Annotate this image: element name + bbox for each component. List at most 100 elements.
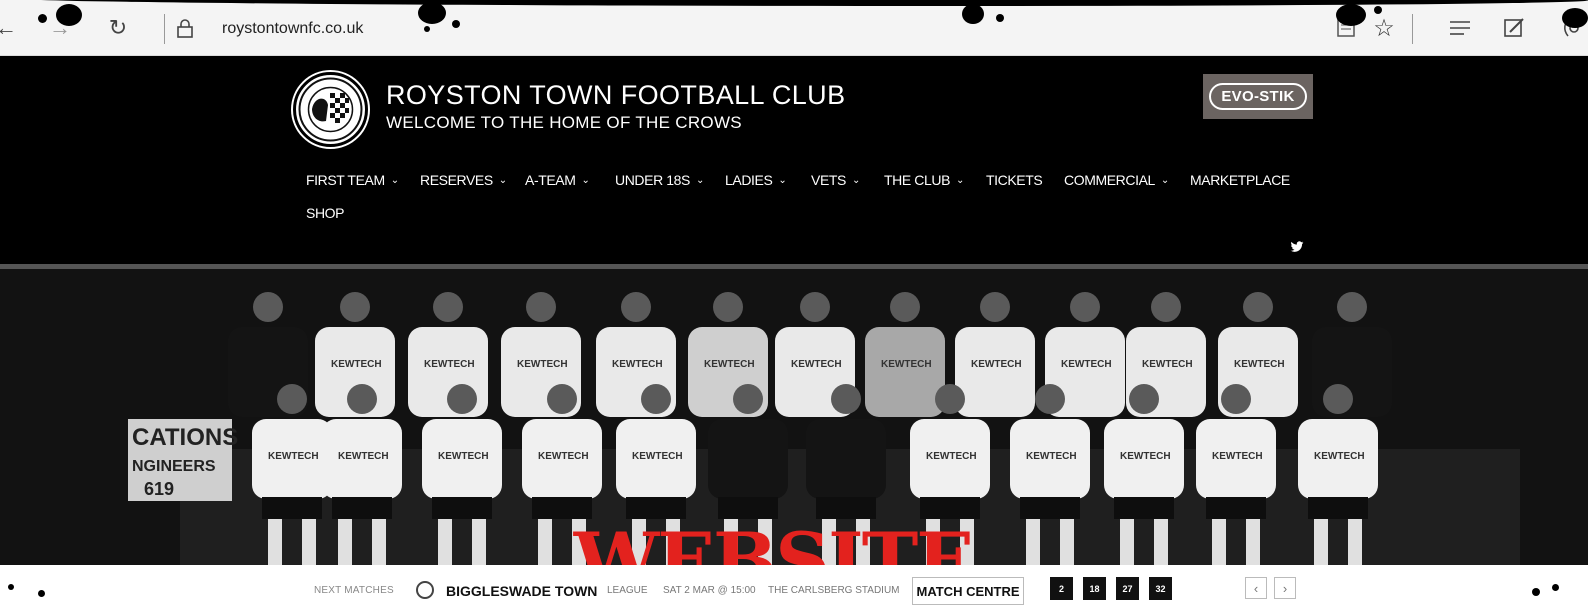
player-sock bbox=[1120, 519, 1134, 565]
shirt-sponsor-text: KEWTECH bbox=[971, 359, 1022, 370]
player-head bbox=[547, 384, 577, 414]
chevron-down-icon: ⌄ bbox=[956, 174, 965, 186]
shirt-sponsor-text: KEWTECH bbox=[338, 451, 389, 462]
match-date: SAT 2 MAR @ 15:00 bbox=[663, 585, 756, 596]
shirt-sponsor-text: KEWTECH bbox=[791, 359, 842, 370]
shirt-sponsor-text: KEWTECH bbox=[438, 451, 489, 462]
club-crest-logo[interactable] bbox=[293, 72, 368, 147]
nav-item-reserves[interactable]: RESERVES ⌄ bbox=[420, 172, 507, 188]
player-sock bbox=[472, 519, 486, 565]
stadium-sign-text: CATIONS bbox=[132, 424, 238, 451]
toolbar-divider bbox=[164, 14, 165, 44]
player-head bbox=[347, 384, 377, 414]
shirt-sponsor-text: KEWTECH bbox=[1234, 359, 1285, 370]
web-note-icon[interactable] bbox=[1500, 14, 1528, 42]
shirt-sponsor-text: KEWTECH bbox=[1120, 451, 1171, 462]
shirt-sponsor-text: KEWTECH bbox=[612, 359, 663, 370]
player-sock bbox=[372, 519, 386, 565]
player-sock bbox=[1212, 519, 1226, 565]
stadium-sign-text: NGINEERS bbox=[132, 458, 216, 475]
back-arrow-icon[interactable]: ← bbox=[0, 14, 20, 42]
player-head bbox=[1221, 384, 1251, 414]
shirt-sponsor-text: KEWTECH bbox=[424, 359, 475, 370]
nav-item-shop[interactable]: SHOP bbox=[306, 205, 344, 221]
player-shorts bbox=[1114, 497, 1174, 519]
next-match-button[interactable]: › bbox=[1274, 577, 1296, 599]
player-head bbox=[641, 384, 671, 414]
next-matches-bar: NEXT MATCHES BIGGLESWADE TOWN LEAGUE SAT… bbox=[0, 565, 1588, 605]
nav-item-commercial[interactable]: COMMERCIAL ⌄ bbox=[1064, 172, 1169, 188]
lock-icon[interactable] bbox=[176, 18, 194, 43]
player-sock bbox=[1348, 519, 1362, 565]
player-sock bbox=[438, 519, 452, 565]
match-page-button[interactable]: 27 bbox=[1116, 577, 1139, 600]
chevron-down-icon: ⌄ bbox=[390, 174, 399, 186]
nav-item-vets[interactable]: VETS ⌄ bbox=[811, 172, 860, 188]
club-name[interactable]: ROYSTON TOWN FOOTBALL CLUB bbox=[386, 80, 846, 111]
nav-item-tickets[interactable]: TICKETS bbox=[986, 172, 1043, 188]
nav-item-first-team[interactable]: FIRST TEAM ⌄ bbox=[306, 172, 399, 188]
ink-dot-decoration bbox=[38, 590, 45, 597]
refresh-icon[interactable]: ↻ bbox=[104, 14, 132, 42]
chevron-down-icon: ⌄ bbox=[778, 174, 787, 186]
nav-item-label: VETS bbox=[811, 172, 846, 188]
player-head bbox=[1323, 384, 1353, 414]
ink-dot-decoration bbox=[8, 584, 14, 590]
twitter-icon[interactable] bbox=[1290, 240, 1304, 256]
nav-item-under-18s[interactable]: UNDER 18S ⌄ bbox=[615, 172, 704, 188]
player-head bbox=[340, 292, 370, 322]
match-centre-button[interactable]: MATCH CENTRE bbox=[912, 577, 1024, 605]
player-shorts bbox=[1206, 497, 1266, 519]
nav-item-ladies[interactable]: LADIES ⌄ bbox=[725, 172, 787, 188]
favorite-star-icon[interactable]: ☆ bbox=[1370, 14, 1398, 42]
match-page-button[interactable]: 2 bbox=[1050, 577, 1073, 600]
player-head bbox=[253, 292, 283, 322]
player-head bbox=[1129, 384, 1159, 414]
player-head bbox=[1151, 292, 1181, 322]
match-page-button[interactable]: 32 bbox=[1149, 577, 1172, 600]
sponsor-name: EVO-STIK bbox=[1209, 83, 1307, 110]
opponent-name[interactable]: BIGGLESWADE TOWN bbox=[446, 583, 597, 599]
shirt-sponsor-text: KEWTECH bbox=[517, 359, 568, 370]
nav-item-label: UNDER 18S bbox=[615, 172, 690, 188]
nav-item-label: MARKETPLACE bbox=[1190, 172, 1290, 188]
toolbar-divider bbox=[1412, 14, 1413, 44]
ink-dot-decoration bbox=[1532, 588, 1540, 596]
player-shorts bbox=[262, 497, 322, 519]
chevron-down-icon: ⌄ bbox=[1160, 174, 1169, 186]
player-head bbox=[1337, 292, 1367, 322]
nav-item-label: A-TEAM bbox=[525, 172, 576, 188]
nav-item-marketplace[interactable]: MARKETPLACE bbox=[1190, 172, 1290, 188]
player-sock bbox=[1154, 519, 1168, 565]
nav-item-a-team[interactable]: A-TEAM ⌄ bbox=[525, 172, 590, 188]
shirt-sponsor-text: KEWTECH bbox=[1026, 451, 1077, 462]
shirt-sponsor-text: KEWTECH bbox=[1142, 359, 1193, 370]
chevron-down-icon: ⌄ bbox=[695, 174, 704, 186]
prev-match-button[interactable]: ‹ bbox=[1245, 577, 1267, 599]
match-page-button[interactable]: 18 bbox=[1083, 577, 1106, 600]
clock-icon bbox=[416, 581, 434, 599]
nav-item-the-club[interactable]: THE CLUB ⌄ bbox=[884, 172, 964, 188]
player-head bbox=[935, 384, 965, 414]
player-shorts bbox=[1020, 497, 1080, 519]
sponsor-logo[interactable]: EVO-STIK bbox=[1203, 74, 1313, 119]
next-matches-label: NEXT MATCHES bbox=[314, 585, 394, 596]
nav-item-label: FIRST TEAM bbox=[306, 172, 385, 188]
player-sock bbox=[1246, 519, 1260, 565]
browser-toolbar: ← → ↻ roystontownfc.co.uk ☆ bbox=[0, 0, 1588, 56]
address-bar-url[interactable]: roystontownfc.co.uk bbox=[222, 20, 363, 38]
ink-dot-decoration bbox=[1552, 584, 1559, 591]
player-head bbox=[1243, 292, 1273, 322]
player-sock bbox=[1314, 519, 1328, 565]
match-venue: THE CARLSBERG STADIUM bbox=[768, 585, 900, 596]
hub-icon[interactable] bbox=[1446, 14, 1474, 42]
shirt-sponsor-text: KEWTECH bbox=[1061, 359, 1112, 370]
shirt-sponsor-text: KEWTECH bbox=[926, 451, 977, 462]
chevron-down-icon: ⌄ bbox=[851, 174, 860, 186]
player-sock bbox=[1060, 519, 1074, 565]
player-sock bbox=[338, 519, 352, 565]
shirt-sponsor-text: KEWTECH bbox=[331, 359, 382, 370]
shirt-sponsor-text: KEWTECH bbox=[881, 359, 932, 370]
nav-item-label: TICKETS bbox=[986, 172, 1043, 188]
player-sock bbox=[1026, 519, 1040, 565]
